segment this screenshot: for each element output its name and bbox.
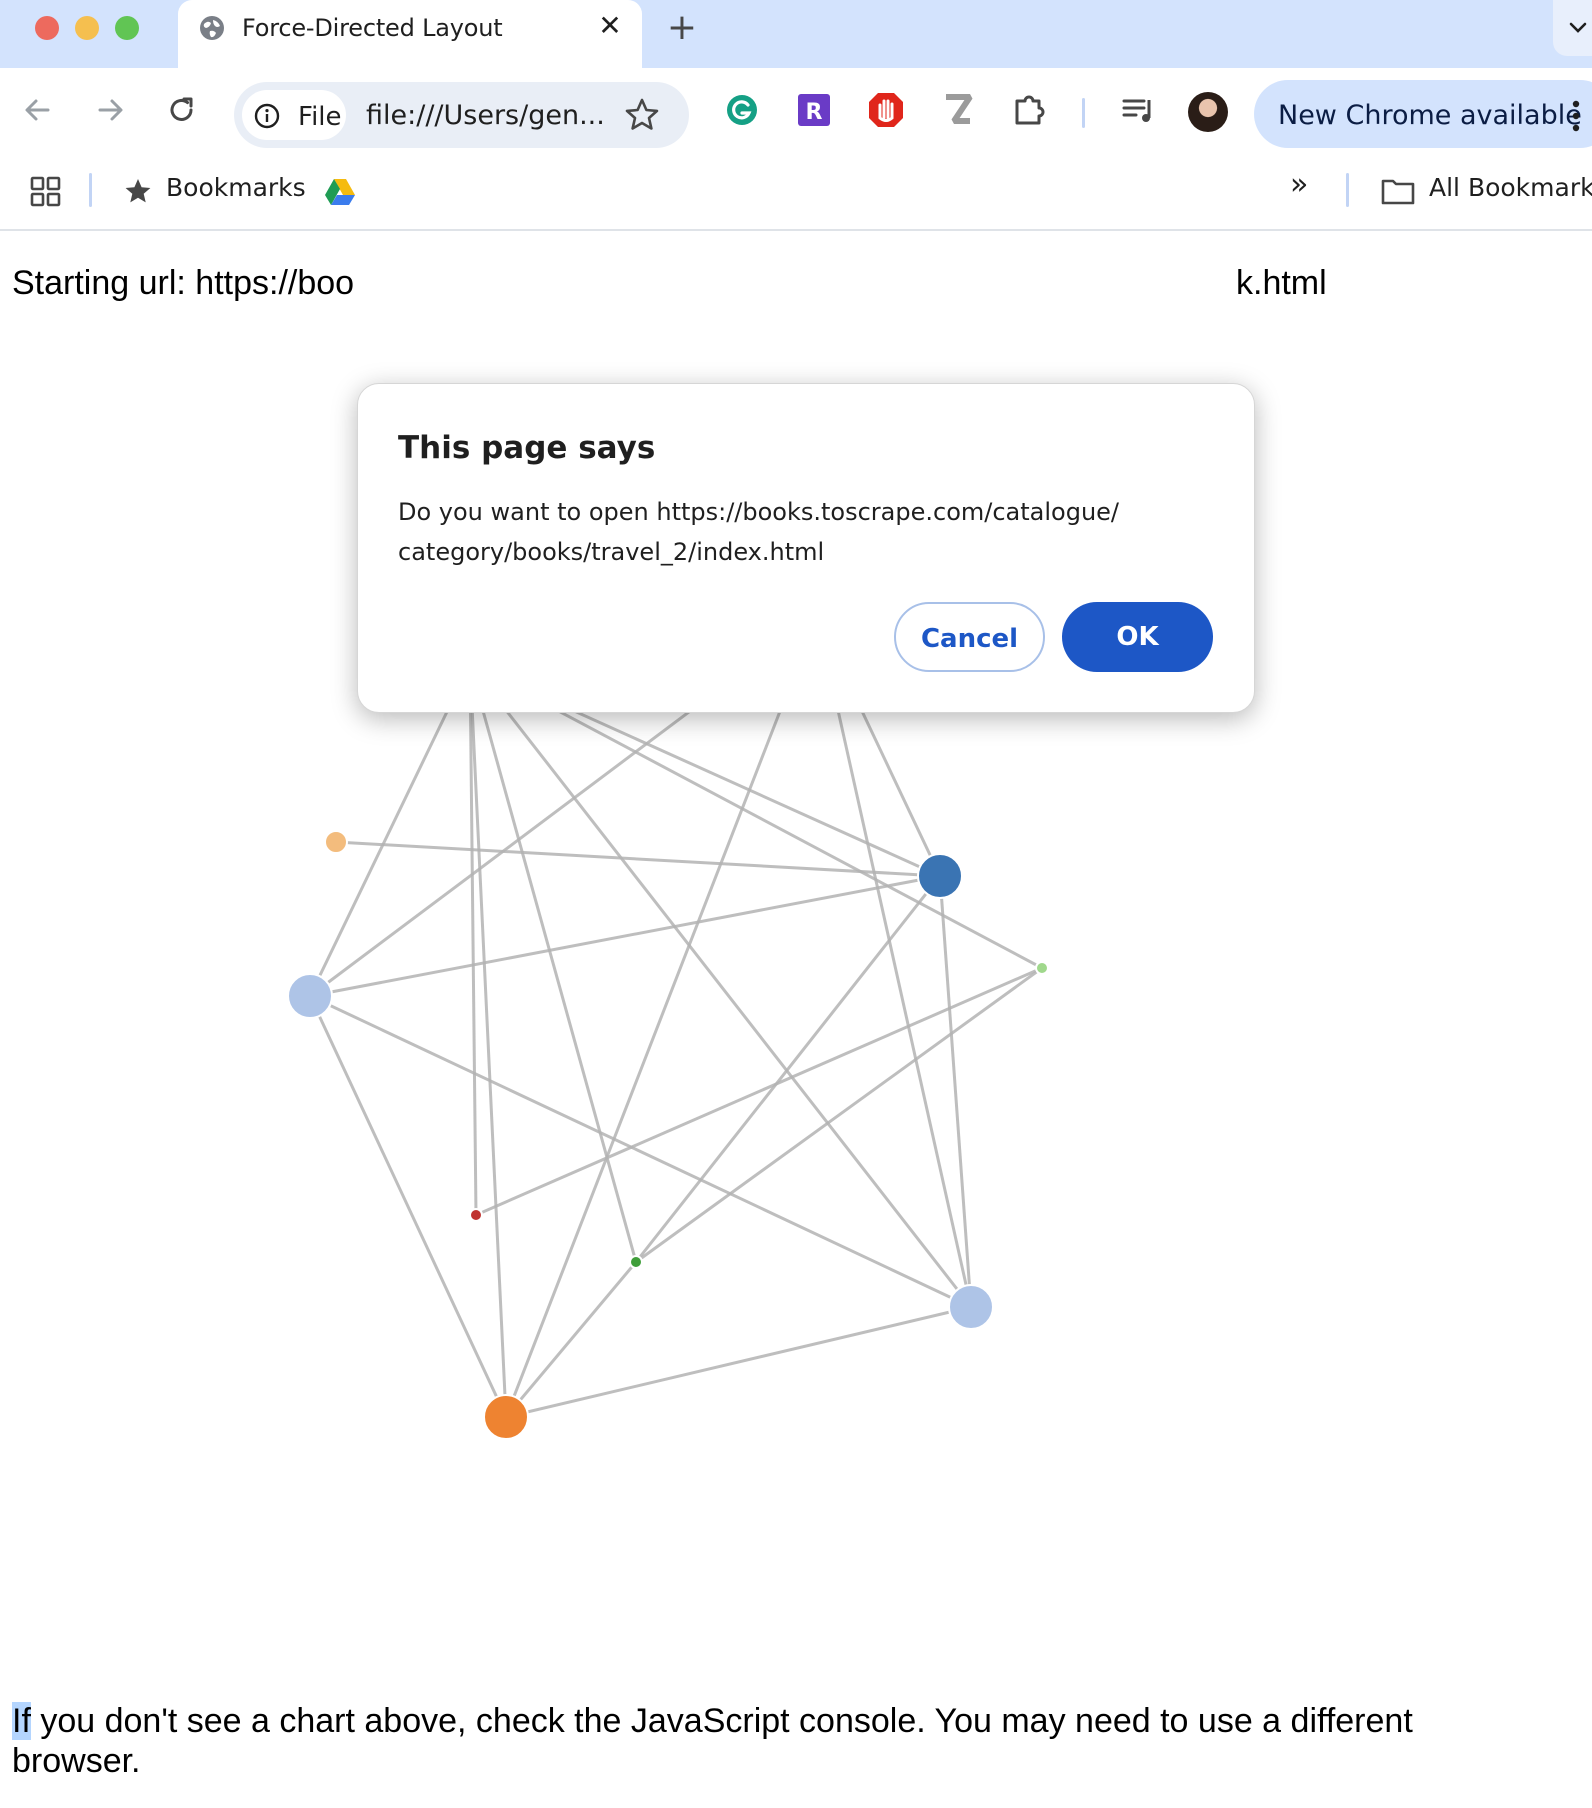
close-tab-icon[interactable]: ✕ [594, 10, 626, 42]
selected-text: If [12, 1702, 31, 1740]
minimize-window-button[interactable] [75, 16, 99, 40]
graph-links [308, 614, 1043, 1419]
graph-node[interactable] [948, 1284, 994, 1330]
graph-node[interactable] [483, 1394, 529, 1440]
bookmarks-folder-label[interactable]: Bookmarks [166, 173, 306, 202]
chevron-down-icon [1569, 22, 1587, 33]
google-drive-icon[interactable] [322, 171, 358, 211]
bookmarks-divider [89, 173, 92, 207]
update-label: New Chrome available [1278, 100, 1582, 131]
adblock-hand-icon[interactable] [864, 88, 908, 132]
kebab-menu-icon[interactable] [1567, 96, 1585, 136]
graph-link [475, 966, 1043, 1217]
dialog-message-line: category/books/travel_2/index.html [398, 538, 825, 566]
graph-link [504, 615, 819, 1418]
close-window-button[interactable] [35, 16, 59, 40]
z-extension-icon[interactable] [936, 88, 980, 132]
back-arrow-icon[interactable] [16, 88, 60, 132]
grammarly-icon[interactable] [720, 88, 764, 132]
all-bookmarks-label[interactable]: All Bookmarks [1429, 173, 1592, 202]
globe-icon [200, 16, 224, 40]
bookmarks-divider [1346, 173, 1349, 207]
bookmarks-overflow-icon[interactable]: » [1290, 167, 1308, 202]
graph-node[interactable] [1035, 961, 1049, 975]
graph-link [335, 840, 941, 878]
alert-dialog: This page says Do you want to open https… [357, 383, 1255, 713]
dialog-message: Do you want to open https://books.toscra… [398, 492, 1198, 572]
url-text[interactable]: file:///Users/gen... [366, 100, 605, 131]
graph-link [635, 966, 1043, 1264]
maximize-window-button[interactable] [115, 16, 139, 40]
graph-node[interactable] [917, 853, 963, 899]
graph-link [815, 615, 973, 1308]
svg-text:R: R [806, 100, 823, 125]
apps-grid-icon[interactable] [28, 171, 64, 211]
graph-link [505, 1305, 972, 1419]
profile-avatar[interactable] [1188, 92, 1228, 132]
footer-note: If you don't see a chart above, check th… [12, 1701, 1532, 1781]
new-tab-button[interactable]: + [664, 8, 700, 48]
ok-button[interactable]: OK [1062, 602, 1213, 672]
address-bar[interactable]: File file:///Users/gen... [234, 82, 689, 148]
graph-link [468, 663, 973, 1308]
page-content: Starting url: https://boo k.html If you d… [0, 231, 1592, 1808]
graph-link [308, 663, 472, 997]
info-icon [254, 103, 280, 129]
site-info-chip[interactable]: File [242, 90, 346, 140]
dialog-title: This page says [398, 430, 656, 466]
forward-arrow-icon[interactable] [88, 88, 132, 132]
tab-search-button[interactable] [1553, 0, 1592, 56]
star-icon[interactable] [622, 95, 662, 135]
graph-link [309, 874, 941, 998]
graph-node[interactable] [287, 973, 333, 1019]
reload-icon[interactable] [160, 88, 204, 132]
graph-node[interactable] [469, 1208, 483, 1222]
dialog-message-line: Do you want to open https://books.toscra… [398, 498, 1120, 526]
active-tab[interactable]: Force-Directed Layout ✕ [178, 0, 642, 68]
graph-node[interactable] [629, 1255, 643, 1269]
footer-text: you don't see a chart above, check the J… [12, 1702, 1413, 1780]
r-extension-icon[interactable]: R [792, 88, 836, 132]
graph-link [504, 1261, 638, 1418]
media-control-icon[interactable] [1116, 88, 1160, 132]
new-chrome-available-button[interactable]: New Chrome available [1254, 80, 1592, 148]
folder-icon [1381, 179, 1415, 205]
tab-strip: Force-Directed Layout ✕ + [0, 0, 1592, 68]
star-icon [125, 179, 151, 203]
site-chip-label: File [298, 102, 342, 132]
graph-node[interactable] [324, 830, 348, 854]
cancel-button[interactable]: Cancel [894, 602, 1045, 672]
puzzle-extensions-icon[interactable] [1008, 88, 1052, 132]
bookmarks-bar: Bookmarks » All Bookmarks [0, 159, 1592, 231]
browser-toolbar: File file:///Users/gen... R New Chrome a… [0, 68, 1592, 159]
toolbar-divider [1082, 98, 1085, 128]
tab-title: Force-Directed Layout [242, 14, 503, 42]
